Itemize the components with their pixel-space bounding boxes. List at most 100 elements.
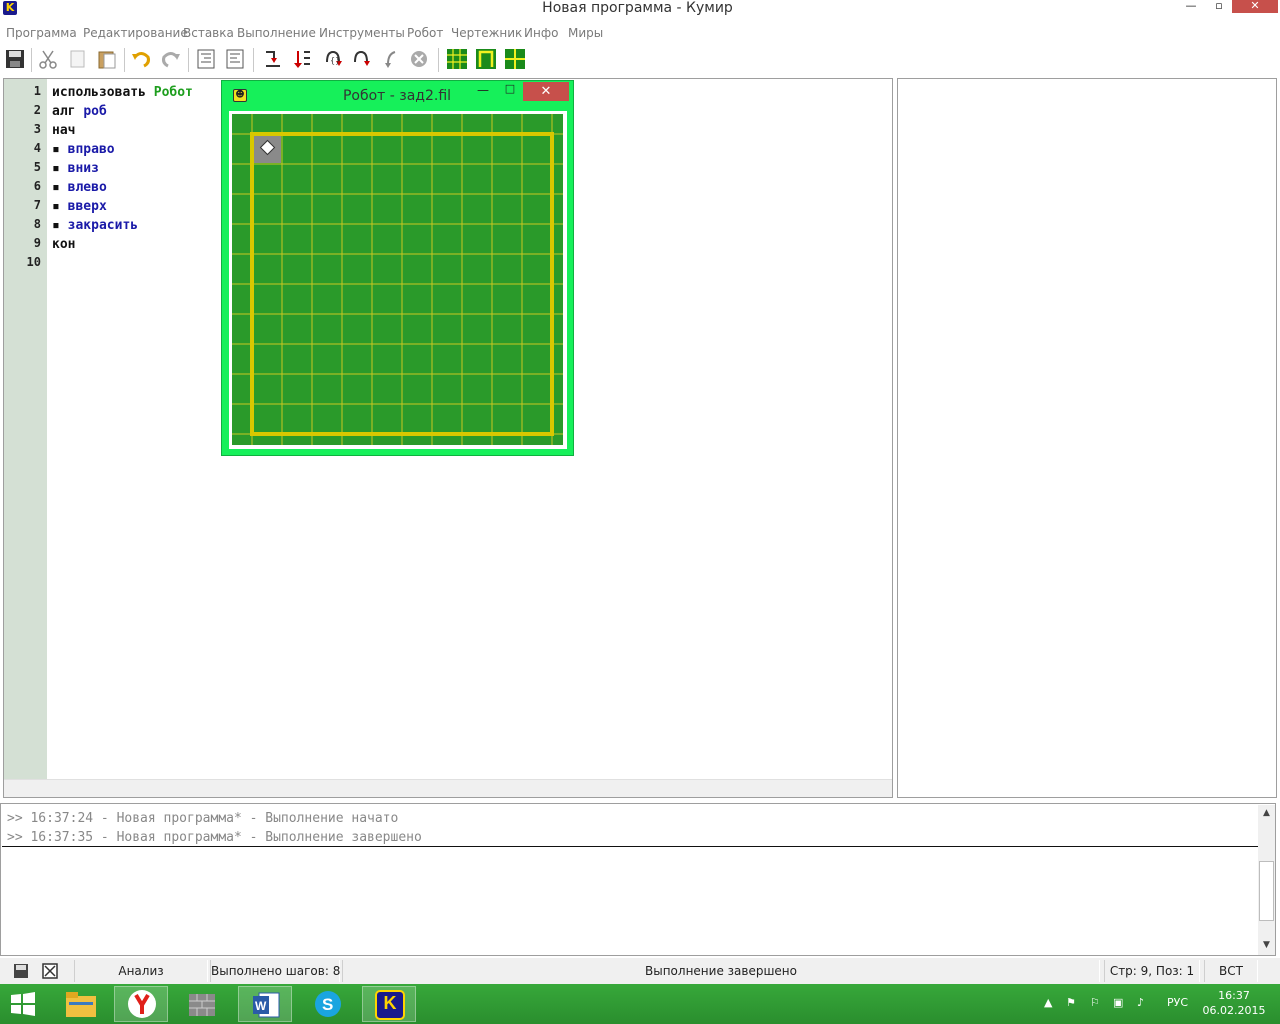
robot-face-icon: ☻ — [233, 89, 247, 102]
line-number: 10 — [26, 255, 41, 269]
log-line: >> 16:37:35 - Новая программа* - Выполне… — [7, 830, 422, 845]
output-console[interactable]: >> 16:37:24 - Новая программа* - Выполне… — [0, 803, 1276, 956]
robot-window[interactable]: ☻ Робот - зад2.fil — □ ✕ — [221, 80, 574, 456]
keyword: нач — [52, 123, 76, 138]
taskbar-explorer[interactable] — [54, 986, 108, 1022]
step-into-icon[interactable]: {} — [322, 48, 344, 70]
robot-window-title: Робот - зад2.fil — [342, 88, 452, 104]
run-icon[interactable] — [262, 48, 284, 70]
margin-panel[interactable] — [897, 78, 1277, 798]
indent-marker: ▪ — [52, 161, 68, 176]
word-icon: W — [253, 992, 280, 1018]
robot-field[interactable] — [232, 114, 563, 445]
step-back-icon[interactable] — [380, 48, 402, 70]
svg-text:{}: {} — [330, 56, 340, 65]
tray-flag-icon[interactable]: ⚐ — [1090, 996, 1100, 1009]
code-line[interactable]: кон — [52, 237, 75, 252]
output-vertical-scrollbar[interactable]: ▲ ▼ — [1258, 805, 1275, 955]
unindent-icon[interactable] — [224, 48, 246, 70]
status-mode: Анализ — [74, 960, 208, 982]
robot-field-icon[interactable] — [446, 48, 468, 70]
line-number: 5 — [33, 160, 41, 174]
menu-worlds[interactable]: Миры — [568, 26, 603, 40]
line-number: 9 — [33, 236, 41, 250]
editor-horizontal-scrollbar[interactable] — [4, 779, 892, 797]
save-icon[interactable] — [4, 48, 26, 70]
tray-volume-icon[interactable]: ♪ — [1137, 996, 1144, 1009]
robot-remote-icon[interactable] — [504, 48, 526, 70]
code-line[interactable]: нач — [52, 123, 75, 138]
robot-field-grid[interactable] — [232, 114, 563, 445]
robot-maximize-button[interactable]: □ — [502, 82, 518, 98]
keyword: алг — [52, 104, 84, 119]
step-out-icon[interactable] — [350, 48, 372, 70]
tray-monitor-icon[interactable]: ▣ — [1113, 996, 1123, 1009]
taskbar-skype[interactable]: S — [301, 986, 355, 1022]
clear-log-icon[interactable] — [41, 962, 59, 980]
paste-icon[interactable] — [96, 48, 118, 70]
indent-marker: ▪ — [52, 199, 68, 214]
tray-clock[interactable]: 16:37 06.02.2015 — [1196, 988, 1272, 1018]
status-cursor-position: Стр: 9, Поз: 1 — [1104, 960, 1200, 982]
taskbar: W S K ▲ ⚑ ⚐ ▣ ♪ РУС 16:37 06.02.2015 — [0, 984, 1280, 1024]
scroll-up-icon[interactable]: ▲ — [1260, 807, 1273, 820]
taskbar-yandex-browser[interactable] — [114, 986, 168, 1022]
menu-drawer[interactable]: Чертежник — [451, 26, 522, 40]
scroll-thumb[interactable] — [1259, 861, 1274, 921]
indent-marker: ▪ — [52, 218, 68, 233]
undo-icon[interactable] — [130, 48, 152, 70]
code-line[interactable]: алг роб — [52, 104, 107, 119]
line-number: 6 — [33, 179, 41, 193]
indent-icon[interactable] — [195, 48, 217, 70]
skype-icon: S — [315, 991, 341, 1017]
cut-icon[interactable] — [37, 48, 59, 70]
code-line[interactable]: ▪ влево — [52, 180, 107, 195]
robot-walls-icon[interactable] — [475, 48, 497, 70]
step-icon[interactable] — [291, 48, 313, 70]
wall-app-icon — [189, 994, 215, 1016]
maximize-button[interactable]: ▫ — [1206, 0, 1232, 13]
code-line[interactable]: ▪ вправо — [52, 142, 115, 157]
menu-info[interactable]: Инфо — [524, 26, 558, 40]
line-number: 4 — [33, 141, 41, 155]
robot-minimize-button[interactable]: — — [475, 83, 491, 99]
svg-text:W: W — [255, 999, 267, 1013]
save-log-icon[interactable] — [12, 962, 30, 980]
command: влево — [67, 180, 107, 195]
code-line[interactable]: ▪ вверх — [52, 199, 107, 214]
status-message: Выполнение завершено — [342, 960, 1100, 982]
menu-robot[interactable]: Робот — [407, 26, 443, 40]
code-line[interactable]: ▪ вниз — [52, 161, 99, 176]
tray-expand-icon[interactable]: ▲ — [1044, 996, 1052, 1009]
minimize-button[interactable]: — — [1178, 0, 1204, 13]
line-number: 1 — [33, 84, 41, 98]
close-button[interactable]: ✕ — [1232, 0, 1278, 13]
taskbar-word[interactable]: W — [238, 986, 292, 1022]
windows-start-icon[interactable] — [10, 992, 36, 1016]
line-number: 2 — [33, 103, 41, 117]
algorithm-name: роб — [83, 104, 107, 119]
title-bar: K Новая программа - Кумир — ▫ ✕ — [0, 0, 1280, 19]
menu-run[interactable]: Выполнение — [237, 26, 316, 40]
menu-program[interactable]: Программа — [6, 26, 77, 40]
taskbar-kumir[interactable]: K — [362, 986, 416, 1022]
redo-icon[interactable] — [160, 48, 182, 70]
menu-insert[interactable]: Вставка — [183, 26, 234, 40]
folder-icon — [66, 992, 96, 1017]
yandex-browser-icon — [128, 990, 156, 1018]
kumir-letter: K — [383, 993, 397, 1013]
svg-text:S: S — [322, 995, 333, 1014]
code-line[interactable]: использовать Робот — [52, 85, 193, 100]
menu-tools[interactable]: Инструменты — [319, 26, 405, 40]
taskbar-app[interactable] — [175, 986, 229, 1022]
menu-edit[interactable]: Редактирование — [83, 26, 188, 40]
robot-close-button[interactable]: ✕ — [523, 82, 569, 101]
stop-icon[interactable] — [408, 48, 430, 70]
indent-marker: ▪ — [52, 180, 68, 195]
copy-icon[interactable] — [66, 48, 88, 70]
tray-network-icon[interactable]: ⚑ — [1066, 996, 1076, 1009]
status-insert-mode: ВСТ — [1204, 960, 1258, 982]
code-line[interactable]: ▪ закрасить — [52, 218, 138, 233]
scroll-down-icon[interactable]: ▼ — [1260, 939, 1273, 952]
tray-language[interactable]: РУС — [1167, 996, 1188, 1009]
